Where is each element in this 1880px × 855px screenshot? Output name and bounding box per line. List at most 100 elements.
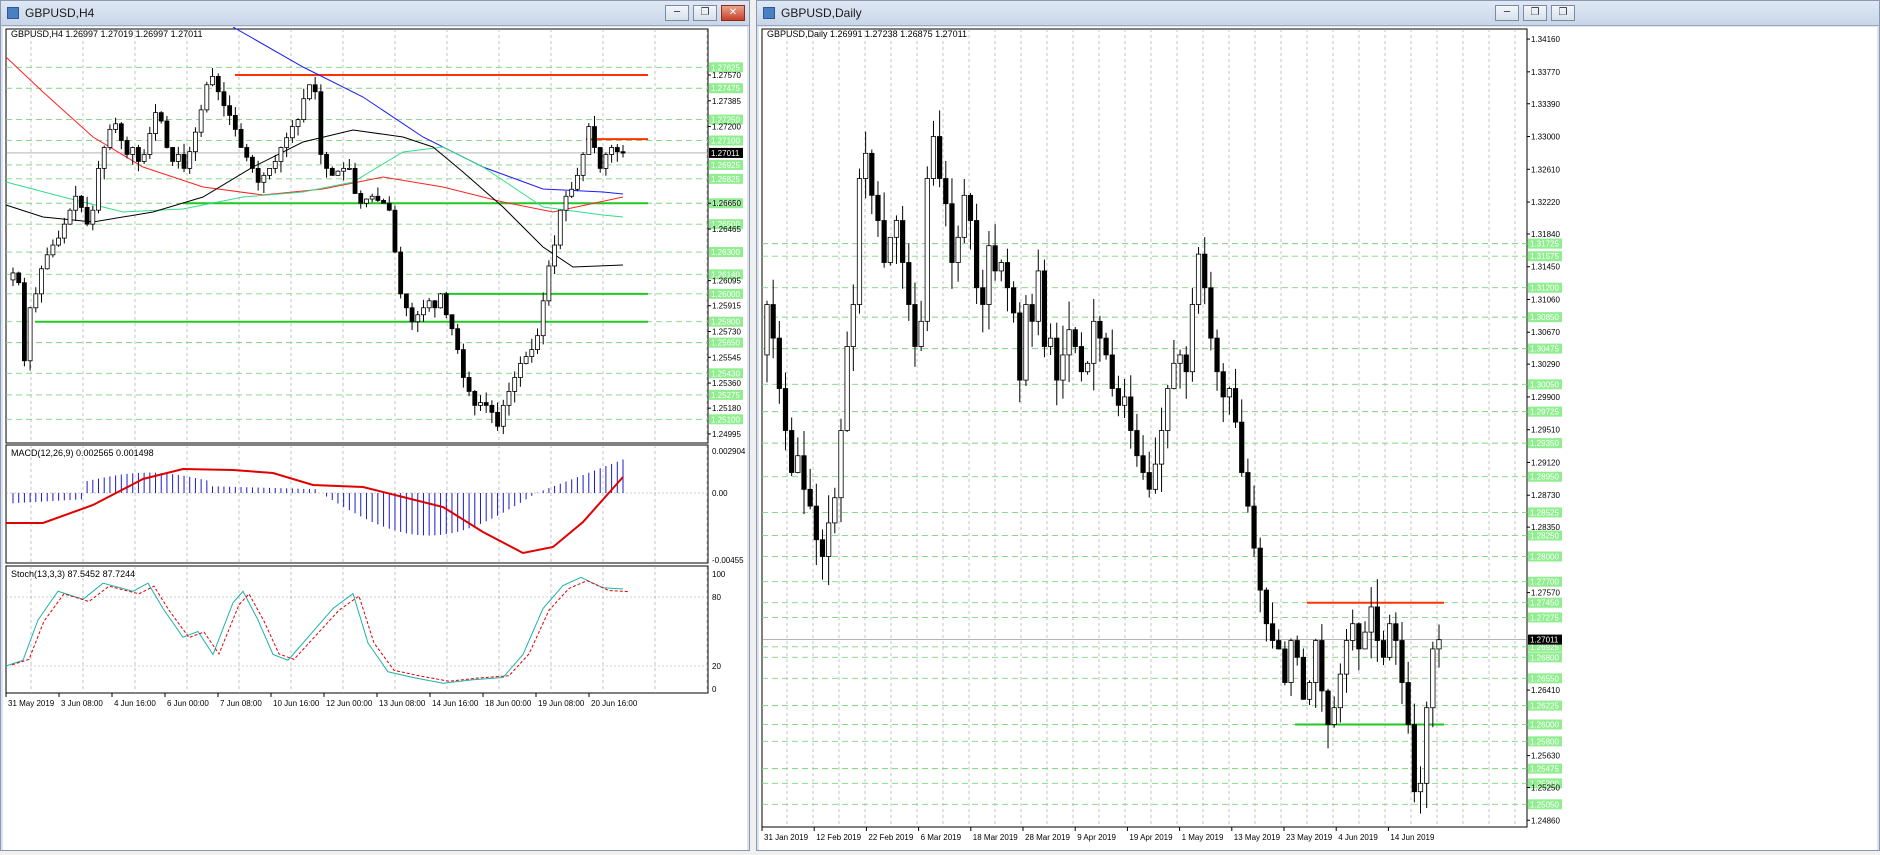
- candle-body: [289, 126, 295, 139]
- candle-body: [204, 84, 210, 111]
- candle-body: [850, 304, 856, 347]
- candle-body: [869, 152, 875, 196]
- price-axis-label: 1.26650: [712, 199, 741, 208]
- candle-body: [912, 304, 918, 347]
- candle-body: [124, 140, 130, 155]
- price-tag-label: 1.29350: [1530, 439, 1559, 448]
- candle-body: [1380, 640, 1387, 658]
- candle-body: [1350, 623, 1356, 641]
- candle-body: [789, 430, 795, 473]
- minimize-button[interactable]: ─: [1495, 5, 1519, 21]
- candle-body: [232, 115, 238, 130]
- price-tag-label: 1.31200: [1530, 284, 1559, 293]
- price-tag-label: 1.27275: [1530, 613, 1559, 622]
- candle-body: [1319, 640, 1325, 692]
- current-price-label: 1.27011: [711, 149, 740, 158]
- candle-body: [79, 195, 84, 208]
- candle-body: [1004, 262, 1011, 289]
- candle-body: [1177, 354, 1183, 364]
- candle-body: [181, 154, 187, 169]
- current-price-label: 1.27011: [1530, 636, 1559, 645]
- h4-chart-area[interactable]: 1.27625 1.27475 1.27250 1.27100 1.26925 1.268…: [3, 26, 747, 850]
- candle-body: [44, 254, 50, 270]
- candle-body: [1405, 682, 1411, 725]
- price-axis-label: 1.25545: [712, 353, 741, 362]
- candle-body: [1165, 388, 1171, 431]
- time-axis-label: 14 Jun 2019: [1390, 833, 1435, 842]
- candle-body: [39, 268, 44, 295]
- candle-body: [1152, 463, 1159, 490]
- candle-body: [318, 91, 324, 155]
- time-axis-label: 7 Jun 08:00: [220, 699, 262, 708]
- candle-body: [250, 156, 255, 169]
- price-tag-label: 1.26225: [1530, 702, 1559, 711]
- candle-body: [1084, 362, 1091, 373]
- candle-body: [1387, 623, 1393, 658]
- candle-body: [136, 147, 141, 162]
- candle-body: [432, 300, 438, 309]
- candle-body: [398, 251, 404, 295]
- daily-price-pane: [761, 28, 1528, 828]
- candle-body: [238, 128, 244, 148]
- candle-body: [386, 202, 392, 211]
- candle-body: [980, 287, 986, 305]
- price-axis-label: 1.25360: [712, 379, 741, 388]
- candle-body: [529, 349, 535, 357]
- price-axis-label: 1.26410: [1531, 686, 1560, 695]
- candle-body: [1300, 656, 1306, 700]
- candle-body: [535, 335, 540, 351]
- candle-body: [500, 404, 506, 427]
- price-axis-label: 1.30670: [1531, 328, 1560, 337]
- price-axis-label: 1.31450: [1531, 263, 1560, 272]
- minimize-button[interactable]: ─: [665, 5, 689, 21]
- candle-body: [614, 147, 620, 153]
- restore-button[interactable]: ❐: [1523, 5, 1547, 21]
- close-button[interactable]: ✕: [721, 5, 745, 21]
- time-axis-label: 18 Jun 00:00: [485, 699, 532, 708]
- candle-body: [943, 178, 949, 205]
- candle-body: [483, 402, 489, 406]
- maximize-button[interactable]: ❐: [1551, 5, 1575, 21]
- candle-body: [863, 152, 869, 179]
- h4-title-bar[interactable]: GBPUSD,H4 ─ ❐ ✕: [1, 1, 749, 26]
- candle-body: [764, 304, 770, 356]
- h4-chart-svg[interactable]: 1.276251.274751.272501.271001.269251.268…: [3, 26, 747, 850]
- time-axis-label: 31 Jan 2019: [764, 833, 809, 842]
- candle-body: [523, 356, 529, 364]
- candle-body: [364, 198, 369, 204]
- candle-body: [1239, 421, 1245, 473]
- candle-body: [1411, 724, 1417, 793]
- candle-body: [506, 391, 512, 406]
- candle-body: [307, 84, 312, 100]
- candle-body: [107, 128, 113, 148]
- candle-body: [489, 404, 495, 413]
- time-axis-label: 19 Jun 08:00: [538, 699, 585, 708]
- price-axis-label: 1.24860: [1531, 816, 1560, 825]
- chart-window-icon: [763, 7, 775, 19]
- candle-body: [924, 178, 930, 322]
- price-axis-label: 1.32610: [1531, 165, 1560, 174]
- price-tag-label: 1.26800: [1530, 653, 1559, 662]
- price-axis-label: 1.25180: [712, 404, 741, 413]
- time-axis-label: 6 Jun 00:00: [167, 699, 209, 708]
- candle-body: [1134, 430, 1140, 457]
- candle-body: [597, 147, 603, 169]
- price-tag-label: 1.25100: [711, 415, 740, 424]
- candle-body: [893, 220, 900, 238]
- candle-body: [1393, 623, 1399, 641]
- candle-body: [193, 131, 198, 153]
- daily-chart-area[interactable]: 1.31725 1.31575 1.31200 1.30850 1.30475 1.300…: [759, 27, 1877, 850]
- candle-body: [1115, 388, 1122, 406]
- candle-body: [1214, 337, 1220, 373]
- price-tag-label: 1.31725: [1530, 240, 1559, 249]
- daily-chart-svg[interactable]: 1.31725 1.31575 1.31200 1.30850 1.30475 1.300…: [759, 27, 1877, 850]
- price-tag-label: 1.27475: [711, 84, 740, 93]
- restore-button[interactable]: ❐: [693, 5, 717, 21]
- candle-body: [1282, 648, 1288, 683]
- h4-window-title: GBPUSD,H4: [25, 6, 95, 20]
- candle-body: [918, 320, 924, 347]
- candle-body: [580, 154, 586, 176]
- daily-title-bar[interactable]: GBPUSD,Daily ─ ❐ ❐: [757, 1, 1879, 26]
- candle-body: [210, 75, 215, 86]
- candle-body: [341, 167, 347, 172]
